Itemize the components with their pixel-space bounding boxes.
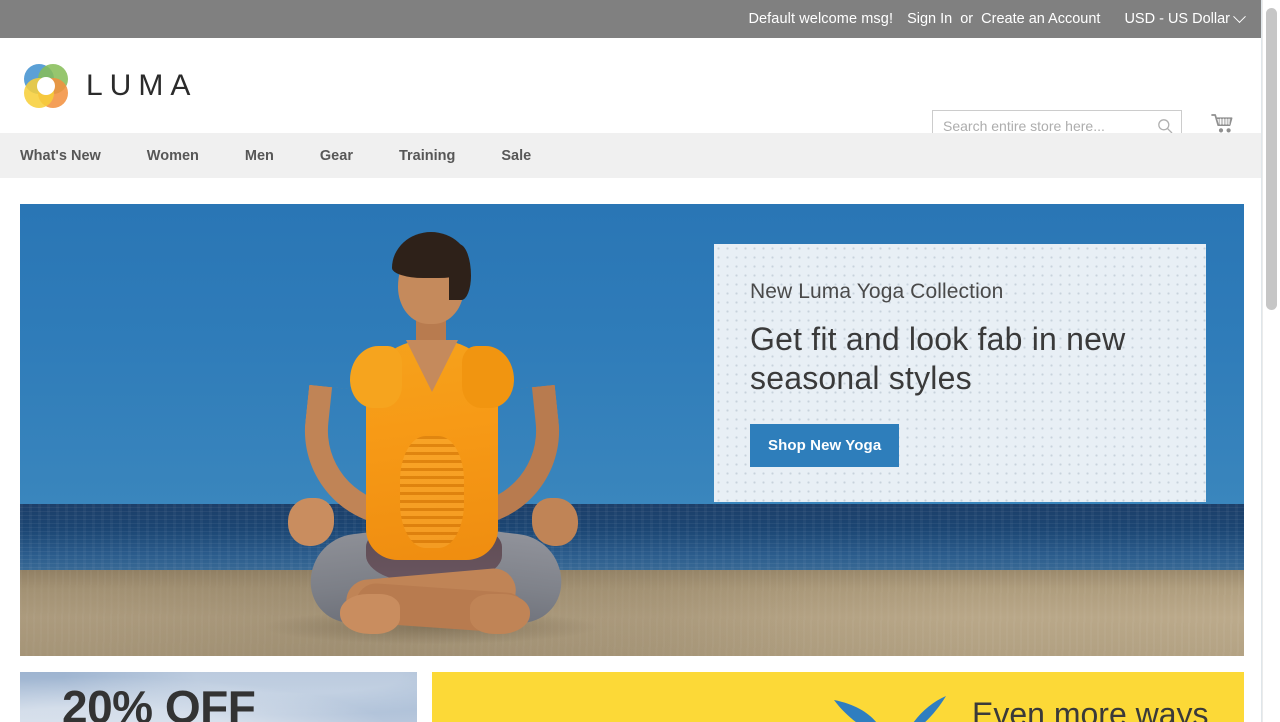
search-icon[interactable]: [1157, 118, 1173, 134]
model-hand-right: [532, 498, 578, 546]
discount-promo-tile[interactable]: 20% OFF: [20, 672, 417, 722]
nav-item-whats-new[interactable]: What's New: [20, 148, 101, 164]
model-sleeve-right: [462, 346, 514, 408]
hero-banner[interactable]: New Luma Yoga Collection Get fit and loo…: [20, 204, 1244, 656]
search-input[interactable]: [943, 118, 1157, 134]
hero-title: Get fit and look fab in new seasonal sty…: [750, 321, 1126, 396]
discount-promo-text: 20% OFF: [62, 681, 256, 722]
hero-eyebrow: New Luma Yoga Collection: [750, 280, 1004, 303]
model-foot-left: [340, 594, 400, 634]
vertical-scrollbar-thumb[interactable]: [1266, 8, 1277, 310]
currency-label: USD - US Dollar: [1124, 11, 1230, 27]
model-foot-right: [470, 594, 530, 634]
main-navigation: What's New Women Men Gear Training Sale: [0, 133, 1262, 178]
promo-tiles-row: 20% OFF Even more ways: [20, 672, 1244, 722]
top-panel-links: Default welcome msg! Sign In or Create a…: [748, 9, 1246, 27]
browser-page: Default welcome msg! Sign In or Create a…: [0, 0, 1280, 722]
or-separator: or: [960, 11, 974, 27]
model-sleeve-left: [350, 346, 402, 408]
nav-item-sale[interactable]: Sale: [501, 148, 531, 164]
more-ways-promo-tile[interactable]: Even more ways: [432, 672, 1244, 722]
chevron-down-icon: [1233, 9, 1246, 23]
welcome-message: Default welcome msg!: [748, 11, 894, 27]
vertical-scrollbar-track[interactable]: [1262, 0, 1280, 722]
nav-item-training[interactable]: Training: [399, 148, 455, 164]
yoga-model-illustration: [170, 222, 690, 650]
luma-flower-logo-icon: [20, 60, 72, 112]
create-account-link[interactable]: Create an Account: [981, 11, 1100, 27]
nav-item-women[interactable]: Women: [147, 148, 199, 164]
logo-link[interactable]: LUMA: [20, 60, 197, 112]
more-ways-promo-text: Even more ways: [972, 696, 1209, 722]
logo-text: LUMA: [86, 69, 198, 102]
blue-bird-icon: [830, 694, 950, 722]
site-header: LUMA: [0, 38, 1262, 142]
nav-item-gear[interactable]: Gear: [320, 148, 353, 164]
nav-item-men[interactable]: Men: [245, 148, 274, 164]
shop-new-yoga-button[interactable]: Shop New Yoga: [750, 424, 900, 467]
top-panel: Default welcome msg! Sign In or Create a…: [0, 0, 1262, 38]
model-hair-side: [449, 244, 471, 300]
sign-in-link[interactable]: Sign In: [907, 11, 952, 27]
currency-switcher[interactable]: USD - US Dollar: [1124, 9, 1246, 27]
model-hand-left: [288, 498, 334, 546]
hero-content-panel: New Luma Yoga Collection Get fit and loo…: [714, 244, 1206, 502]
